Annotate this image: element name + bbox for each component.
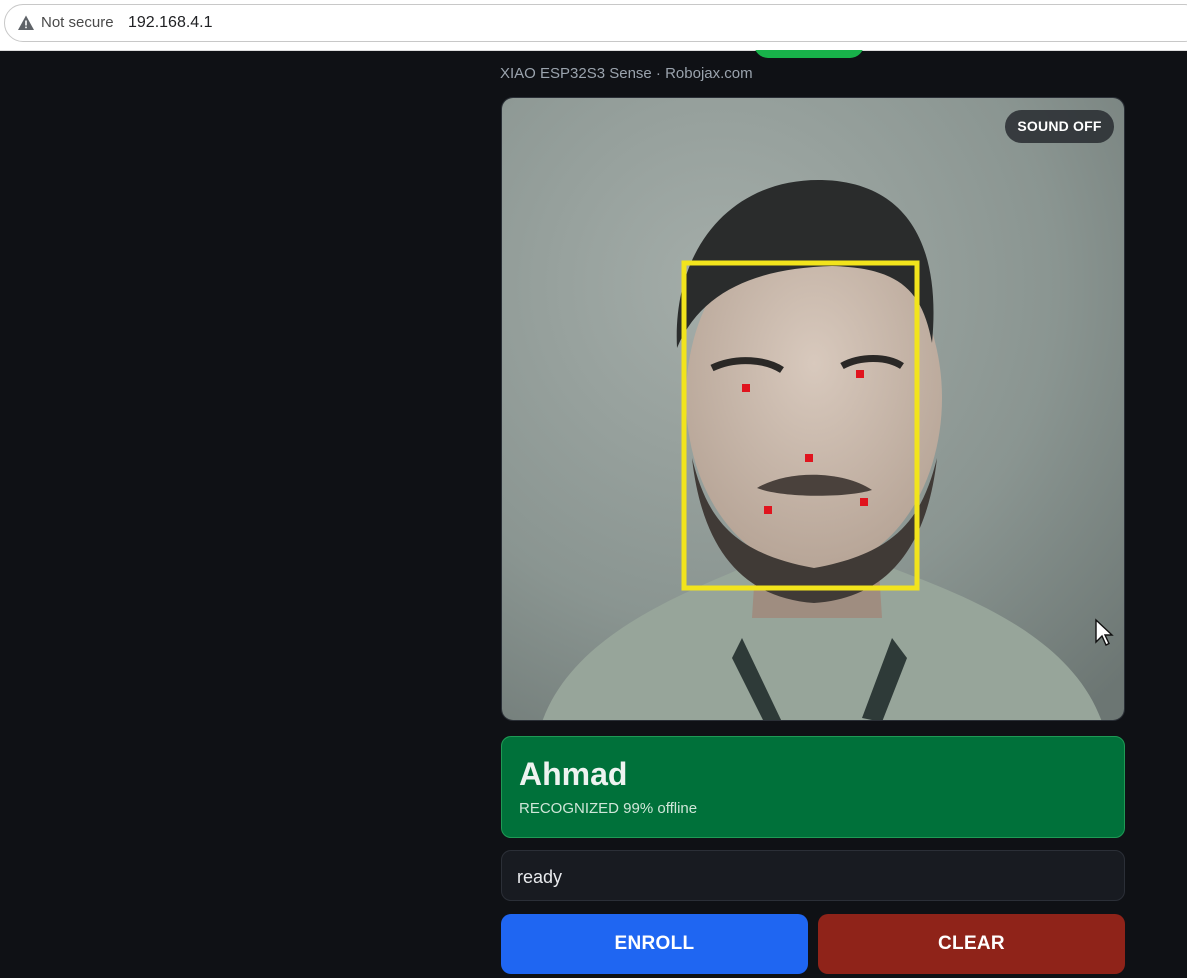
camera-feed xyxy=(501,97,1125,721)
status-text: ready xyxy=(517,867,563,887)
sound-toggle-button[interactable]: SOUND OFF xyxy=(1005,110,1114,143)
security-label[interactable]: Not secure xyxy=(41,14,114,32)
browser-address-bar: Not secure 192.168.4.1 xyxy=(0,0,1187,51)
warning-icon[interactable] xyxy=(17,14,35,32)
status-badge xyxy=(754,50,864,58)
recognized-name: Ahmad xyxy=(519,756,628,792)
mouse-cursor-icon xyxy=(1095,618,1114,646)
page-subtitle: XIAO ESP32S3 Sense · Robojax.com xyxy=(500,65,753,82)
omnibox[interactable]: Not secure 192.168.4.1 xyxy=(4,4,1187,42)
clear-button[interactable]: CLEAR xyxy=(818,914,1125,974)
status-line: ready xyxy=(501,850,1125,901)
page-title-cutoff xyxy=(500,50,880,58)
recognition-result-card: Ahmad RECOGNIZED 99% offline xyxy=(501,736,1125,838)
camera-image xyxy=(502,98,1124,720)
recognition-status: RECOGNIZED 99% offline xyxy=(519,800,698,817)
url-text[interactable]: 192.168.4.1 xyxy=(128,13,213,33)
enroll-button[interactable]: ENROLL xyxy=(501,914,808,974)
